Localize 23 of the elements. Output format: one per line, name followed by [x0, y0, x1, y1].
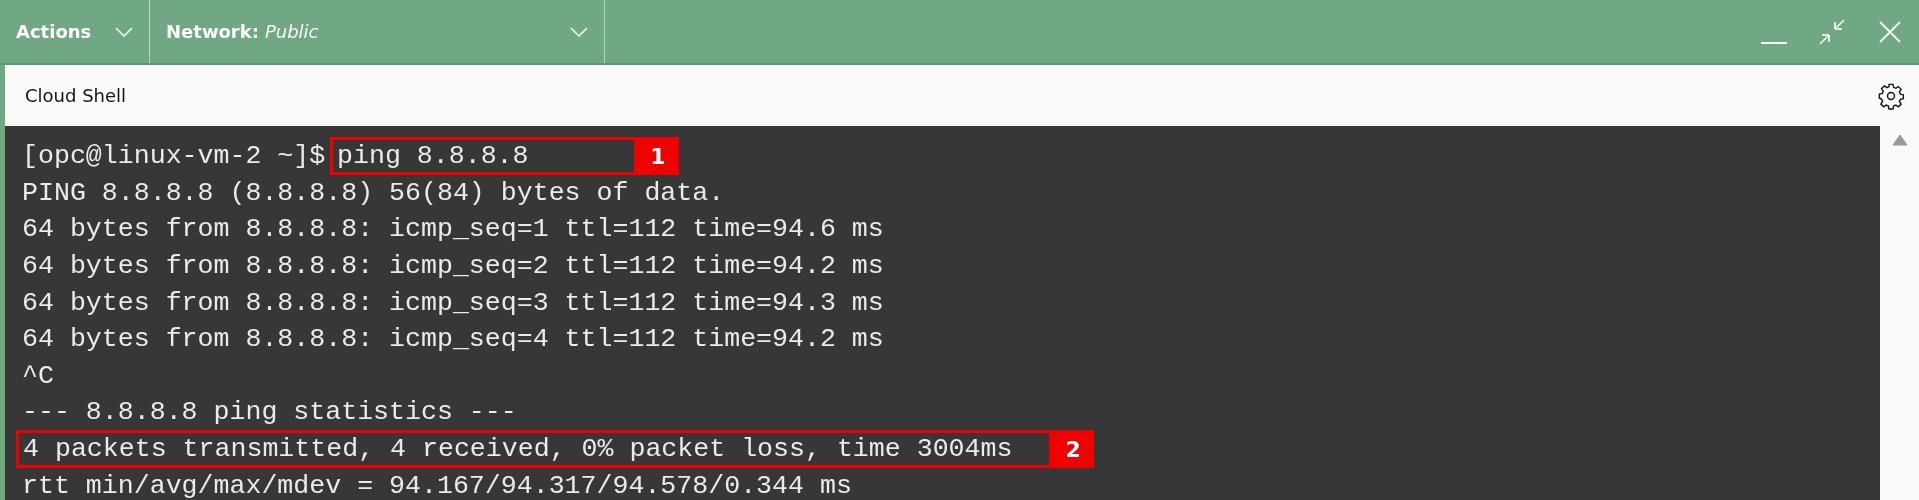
panel-title: Cloud Shell [25, 85, 127, 106]
callout-number: 1 [636, 137, 679, 176]
chevron-down-icon [570, 26, 588, 37]
actions-dropdown[interactable]: Actions [0, 0, 150, 63]
shell-prompt: [opc@linux-vm-2 ~]$ [22, 141, 326, 172]
terminal-output-line: 64 bytes from 8.8.8.8: icmp_seq=2 ttl=112 time=94.2 ms [22, 251, 884, 282]
terminal-output-line: 64 bytes from 8.8.8.8: icmp_seq=3 ttl=112 time=94.3 ms [22, 287, 884, 318]
terminal-output-line: 64 bytes from 8.8.8.8: icmp_seq=4 ttl=112 time=94.2 ms [22, 324, 884, 355]
terminal-output-line: rtt min/avg/max/mdev = 94.167/94.317/94.578/0.344 ms [22, 470, 852, 500]
terminal-output-line: PING 8.8.8.8 (8.8.8.8) 56(84) bytes of data. [22, 177, 725, 208]
scroll-up-icon[interactable] [1891, 134, 1908, 146]
terminal-output-line: --- 8.8.8.8 ping statistics --- [22, 397, 517, 428]
chevron-down-icon [115, 26, 133, 37]
restore-icon [1818, 17, 1846, 46]
network-dropdown[interactable]: Network: Public [150, 0, 605, 63]
callout-number: 2 [1052, 430, 1095, 469]
terminal-output-line: ^C [22, 360, 54, 391]
terminal-output-line: 64 bytes from 8.8.8.8: icmp_seq=1 ttl=112 time=94.6 ms [22, 214, 884, 245]
settings-icon [1877, 81, 1905, 110]
close-icon [1879, 20, 1901, 43]
highlighted-command: ping 8.8.8.8 [330, 137, 637, 176]
minimize-icon [1761, 40, 1787, 45]
terminal[interactable] [5, 126, 1880, 500]
